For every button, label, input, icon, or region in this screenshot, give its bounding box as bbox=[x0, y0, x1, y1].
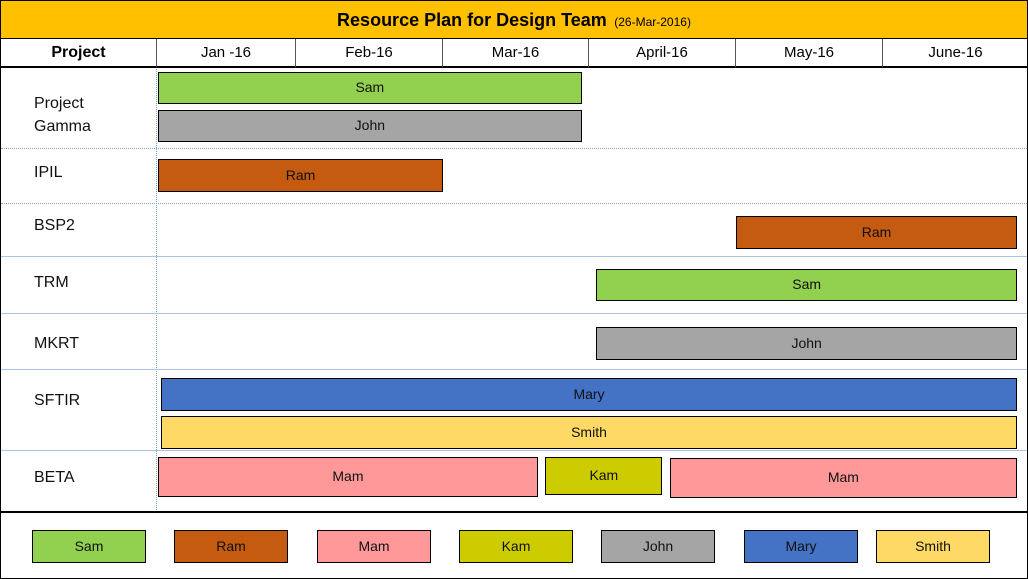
project-label: TRM bbox=[34, 271, 69, 294]
project-label: SFTIR bbox=[34, 389, 80, 412]
chart-date: (26-Mar-2016) bbox=[614, 15, 691, 29]
assignment-bar-sam[interactable]: Sam bbox=[596, 269, 1017, 301]
label-column-divider bbox=[156, 69, 157, 510]
title-bar: Resource Plan for Design Team (26-Mar-20… bbox=[1, 1, 1027, 39]
header-month: Feb-16 bbox=[296, 39, 443, 68]
assignment-bar-john[interactable]: John bbox=[596, 327, 1017, 360]
assignment-bar-kam[interactable]: Kam bbox=[545, 457, 663, 495]
assignment-bar-mary[interactable]: Mary bbox=[161, 378, 1017, 411]
project-label-line: Project bbox=[34, 95, 84, 112]
header-project: Project bbox=[1, 39, 157, 68]
legend-item-kam: Kam bbox=[459, 530, 573, 563]
row-divider bbox=[1, 369, 1027, 370]
row-divider bbox=[1, 313, 1027, 314]
header-month: Jan -16 bbox=[157, 39, 296, 68]
legend-item-mam: Mam bbox=[317, 530, 431, 563]
project-label-line: SFTIR bbox=[34, 392, 81, 409]
project-label: IPIL bbox=[34, 161, 62, 184]
project-label-line: IPIL bbox=[34, 164, 63, 181]
header-month: April-16 bbox=[589, 39, 736, 68]
legend-item-ram: Ram bbox=[174, 530, 288, 563]
assignment-bar-ram[interactable]: Ram bbox=[158, 159, 443, 192]
project-label: BSP2 bbox=[34, 214, 75, 237]
assignment-bar-sam[interactable]: Sam bbox=[158, 72, 582, 104]
legend-item-john: John bbox=[601, 530, 715, 563]
chart-title: Resource Plan for Design Team bbox=[337, 10, 607, 30]
header-month: Mar-16 bbox=[443, 39, 589, 68]
legend-divider bbox=[1, 511, 1027, 513]
project-label-line: BETA bbox=[34, 469, 75, 486]
row-divider bbox=[1, 148, 1027, 149]
project-label-line: MKRT bbox=[34, 335, 80, 352]
row-divider bbox=[1, 256, 1027, 257]
legend-item-smith: Smith bbox=[876, 530, 990, 563]
row-divider bbox=[1, 203, 1027, 204]
project-label: MKRT bbox=[34, 332, 79, 355]
legend-item-mary: Mary bbox=[744, 530, 858, 563]
header-month: June-16 bbox=[883, 39, 1028, 68]
project-label-line: BSP2 bbox=[34, 217, 75, 234]
row-divider bbox=[1, 450, 1027, 451]
project-label: BETA bbox=[34, 466, 75, 489]
assignment-bar-smith[interactable]: Smith bbox=[161, 416, 1017, 449]
project-label-line: Gamma bbox=[34, 118, 91, 135]
project-label: Project Gamma bbox=[34, 92, 91, 138]
assignment-bar-mam[interactable]: Mam bbox=[158, 457, 538, 497]
assignment-bar-ram[interactable]: Ram bbox=[736, 216, 1017, 249]
assignment-bar-mam[interactable]: Mam bbox=[669, 458, 1017, 498]
legend-item-sam: Sam bbox=[32, 530, 146, 563]
project-label-line: TRM bbox=[34, 274, 69, 291]
header-month: May-16 bbox=[736, 39, 883, 68]
assignment-bar-john[interactable]: John bbox=[158, 110, 582, 142]
